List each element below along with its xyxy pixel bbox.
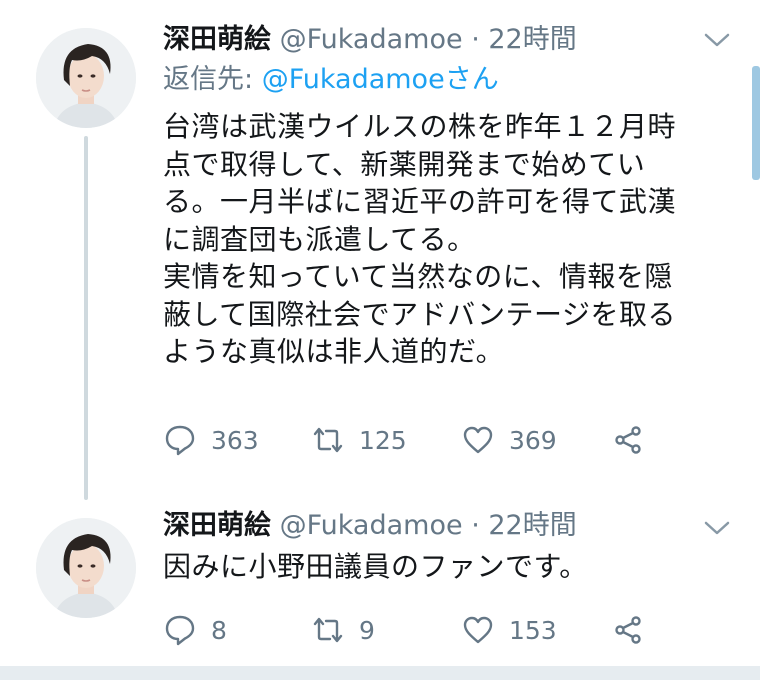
heart-icon <box>463 426 493 454</box>
reply-to-label: 返信先: <box>163 64 254 95</box>
tweet-text-line: 点で取得して、新薬開発まで始めてい <box>163 147 646 181</box>
avatar-image <box>36 518 136 618</box>
speech-bubble-icon <box>165 615 195 646</box>
speech-bubble-icon <box>165 425 195 456</box>
reply-button[interactable]: 8 <box>163 610 227 650</box>
tweet[interactable]: 深田萌絵 @Fukadamoe · 22時間 因みに小野田議員のファンです。 8… <box>0 500 760 666</box>
retweet-count: 125 <box>359 425 407 455</box>
retweet-button[interactable]: 9 <box>311 610 375 650</box>
tweet-text-line: 台湾は武漢ウイルスの株を昨年１２月時 <box>163 110 677 143</box>
reply-count: 363 <box>211 425 259 455</box>
retweet-arrows-icon <box>313 427 343 453</box>
bottom-divider <box>0 666 760 680</box>
retweet-arrows-icon <box>313 617 343 643</box>
timestamp[interactable]: 22時間 <box>488 510 576 541</box>
tweet-text-line: ような真似は非人道的だ。 <box>163 335 505 368</box>
avatar-image <box>36 28 136 128</box>
avatar[interactable] <box>36 28 136 128</box>
avatar[interactable] <box>36 518 136 618</box>
tweet-text-line: 蔽して国際社会でアドバンテージを取る <box>163 297 677 331</box>
separator-dot: · <box>471 510 480 541</box>
reply-to-line: 返信先: @Fukadamoeさん <box>163 62 499 98</box>
retweet-button[interactable]: 125 <box>311 420 407 460</box>
tweet-text-line: る。一月半ばに習近平の許可を得て武漢 <box>163 185 677 218</box>
reply-count: 8 <box>211 615 227 645</box>
share-button[interactable] <box>611 610 645 650</box>
author-name[interactable]: 深田萌絵 <box>163 24 271 55</box>
reply-button[interactable]: 363 <box>163 420 259 460</box>
share-icon <box>615 426 641 454</box>
share-icon <box>615 616 641 644</box>
scrollbar-thumb[interactable] <box>752 66 760 180</box>
tweet-header: 深田萌絵 @Fukadamoe · 22時間 <box>163 22 577 58</box>
share-button[interactable] <box>611 420 645 460</box>
tweet-text-line: 因みに小野田議員のファンです。 <box>163 550 588 583</box>
separator-dot: · <box>471 24 480 55</box>
chevron-down-icon[interactable] <box>702 30 732 50</box>
tweet-text: 因みに小野田議員のファンです。 <box>163 548 743 586</box>
reply-to-mention[interactable]: @Fukadamoeさん <box>262 64 499 95</box>
tweet-text-line: に調査団も派遣してる。 <box>163 222 476 256</box>
timestamp[interactable]: 22時間 <box>488 24 576 55</box>
like-count: 153 <box>509 615 557 645</box>
retweet-count: 9 <box>359 615 375 645</box>
tweet-text-line: 実情を知っていて当然なのに、情報を隠 <box>163 260 673 293</box>
like-count: 369 <box>509 425 557 455</box>
like-button[interactable]: 369 <box>461 420 557 460</box>
like-button[interactable]: 153 <box>461 610 557 650</box>
tweet-text: 台湾は武漢ウイルスの株を昨年１２月時 点で取得して、新薬開発まで始めてい る。一… <box>163 108 743 371</box>
author-handle[interactable]: @Fukadamoe <box>280 510 463 541</box>
tweet[interactable]: 深田萌絵 @Fukadamoe · 22時間 返信先: @Fukadamoeさん… <box>0 0 760 500</box>
author-name[interactable]: 深田萌絵 <box>163 510 271 541</box>
action-bar: 8 9 153 <box>163 610 683 650</box>
action-bar: 363 125 369 <box>163 420 683 460</box>
tweet-header: 深田萌絵 @Fukadamoe · 22時間 <box>163 508 577 544</box>
author-handle[interactable]: @Fukadamoe <box>280 24 463 55</box>
heart-icon <box>463 616 493 644</box>
chevron-down-icon[interactable] <box>702 518 732 538</box>
